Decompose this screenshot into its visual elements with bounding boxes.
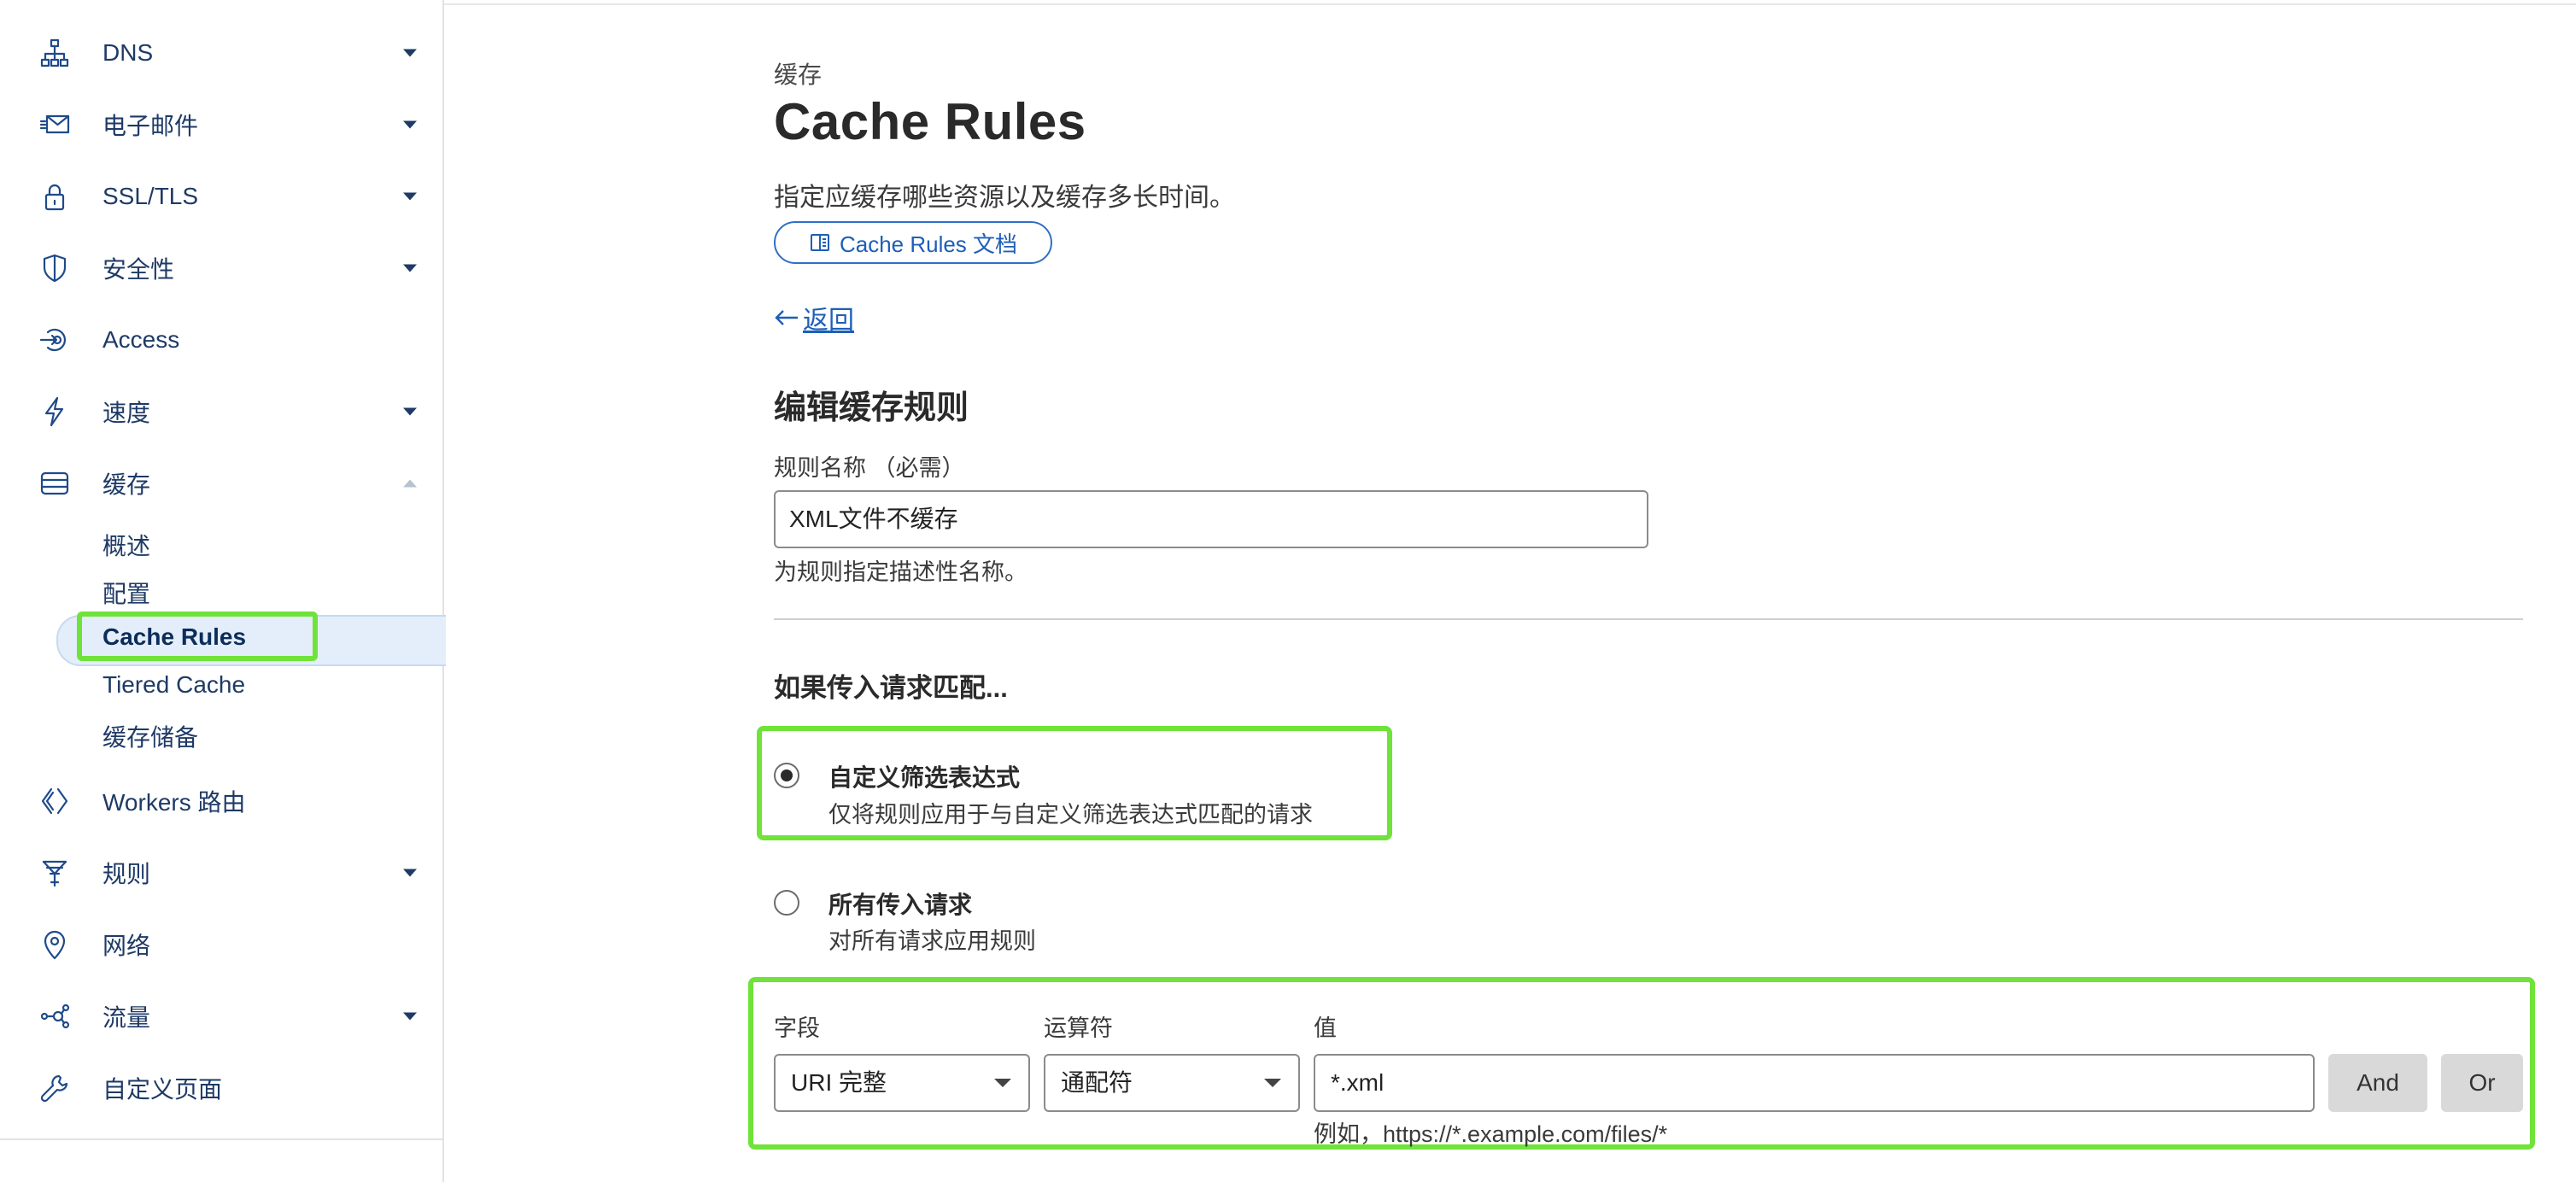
chevron-down-icon <box>403 192 417 201</box>
sidebar-subitem-cache-reserve[interactable]: 缓存储备 <box>102 719 198 753</box>
sidebar-item-speed[interactable]: 速度 <box>0 376 442 448</box>
back-link[interactable]: 返回 <box>774 299 854 336</box>
value-example-hint: 例如，https://*.example.com/files/* <box>1314 1121 1668 1147</box>
sidebar-item-label: 电子邮件 <box>102 113 199 139</box>
lightning-icon <box>38 395 72 429</box>
sidebar-subitem-configuration[interactable]: 配置 <box>102 576 150 610</box>
sidebar-item-access[interactable]: Access <box>0 304 442 376</box>
sidebar-item-label: 流量 <box>102 1004 151 1031</box>
sidebar-item-label: 缓存 <box>102 471 151 498</box>
workers-icon <box>38 784 72 818</box>
rule-name-help: 为规则指定描述性名称。 <box>774 559 1027 585</box>
value-input[interactable]: *.xml <box>1314 1054 2315 1112</box>
funnel-icon <box>38 856 72 890</box>
sidebar-item-network[interactable]: 网络 <box>0 909 442 980</box>
field-column-label: 字段 <box>774 1015 820 1041</box>
field-select-value: URI 完整 <box>791 1069 887 1096</box>
sidebar-item-custom-pages[interactable]: 自定义页面 <box>0 1052 442 1124</box>
storage-icon <box>38 466 72 500</box>
sidebar-item-label: DNS <box>102 39 154 66</box>
or-button[interactable]: Or <box>2441 1054 2523 1112</box>
sidebar-subitem-tiered-cache[interactable]: Tiered Cache <box>102 671 245 699</box>
sidebar-item-ssl-tls[interactable]: SSL/TLS <box>0 161 442 232</box>
sidebar-item-label: Access <box>102 326 180 353</box>
highlight-box-custom-filter <box>757 726 1392 840</box>
wrench-icon <box>38 1071 72 1105</box>
chevron-down-icon <box>403 264 417 272</box>
arrow-left-icon <box>775 310 798 325</box>
operator-select[interactable]: 通配符 <box>1044 1054 1300 1112</box>
shield-icon <box>38 251 72 285</box>
sidebar-subitem-overview[interactable]: 概述 <box>102 528 150 562</box>
sidebar-item-security[interactable]: 安全性 <box>0 232 442 304</box>
chevron-down-icon <box>403 1012 417 1021</box>
value-column-label: 值 <box>1314 1015 1337 1041</box>
back-link-label: 返回 <box>803 307 854 335</box>
chevron-down-icon <box>994 1079 1011 1087</box>
sidebar-item-label: SSL/TLS <box>102 183 199 209</box>
mail-icon <box>38 108 72 142</box>
sidebar-item-cache[interactable]: 缓存 <box>0 448 442 519</box>
section-label: 缓存 <box>774 61 823 88</box>
sidebar-item-label: 安全性 <box>102 256 175 283</box>
sidebar-item-label: 速度 <box>102 400 151 426</box>
sidebar-divider <box>0 1138 442 1140</box>
sidebar-item-label: 规则 <box>102 861 151 887</box>
sidebar-item-workers-routes[interactable]: Workers 路由 <box>0 765 442 837</box>
highlight-box-cache-rules <box>77 611 318 661</box>
chevron-up-icon <box>403 479 417 488</box>
rule-name-label: 规则名称 （必需） <box>774 455 965 481</box>
radio-all-requests[interactable] <box>774 890 799 916</box>
sidebar-item-rules[interactable]: 规则 <box>0 837 442 909</box>
sidebar-item-traffic[interactable]: 流量 <box>0 980 442 1052</box>
chevron-down-icon <box>403 407 417 416</box>
edit-rule-heading: 编辑缓存规则 <box>774 390 969 426</box>
sidebar-item-label: 自定义页面 <box>102 1076 223 1103</box>
main-content: 缓存 Cache Rules 指定应缓存哪些资源以及缓存多长时间。 Cache … <box>748 0 2535 1182</box>
traffic-icon <box>38 999 72 1033</box>
chevron-down-icon <box>1264 1079 1281 1087</box>
network-tree-icon <box>38 36 72 70</box>
documentation-button[interactable]: Cache Rules 文档 <box>774 221 1052 264</box>
sidebar-item-label: 网络 <box>102 933 151 959</box>
access-icon <box>38 323 72 357</box>
operator-select-value: 通配符 <box>1061 1069 1133 1096</box>
match-heading: 如果传入请求匹配... <box>774 673 1008 703</box>
page-title: Cache Rules <box>774 93 1086 150</box>
sidebar-item-dns[interactable]: DNS <box>0 17 442 89</box>
field-select[interactable]: URI 完整 <box>774 1054 1030 1112</box>
documentation-button-label: Cache Rules 文档 <box>839 231 1018 257</box>
sidebar-item-label: Workers 路由 <box>102 789 246 816</box>
and-button[interactable]: And <box>2328 1054 2427 1112</box>
chevron-down-icon <box>403 120 417 129</box>
divider <box>774 618 2523 620</box>
sidebar: DNS 电子邮件 SSL/TLS 安全性 Access 速度 缓存 概述 配置 … <box>0 0 446 1182</box>
option-all-requests-subtitle: 对所有请求应用规则 <box>828 928 1036 954</box>
book-icon <box>810 234 829 251</box>
location-pin-icon <box>38 927 72 962</box>
lock-icon <box>38 179 72 214</box>
chevron-down-icon <box>403 869 417 877</box>
option-all-requests-title: 所有传入请求 <box>828 892 973 918</box>
rule-name-input[interactable]: XML文件不缓存 <box>774 490 1648 548</box>
operator-column-label: 运算符 <box>1044 1015 1113 1041</box>
chevron-down-icon <box>403 49 417 57</box>
page-description: 指定应缓存哪些资源以及缓存多长时间。 <box>774 184 1235 212</box>
sidebar-item-email[interactable]: 电子邮件 <box>0 89 442 161</box>
